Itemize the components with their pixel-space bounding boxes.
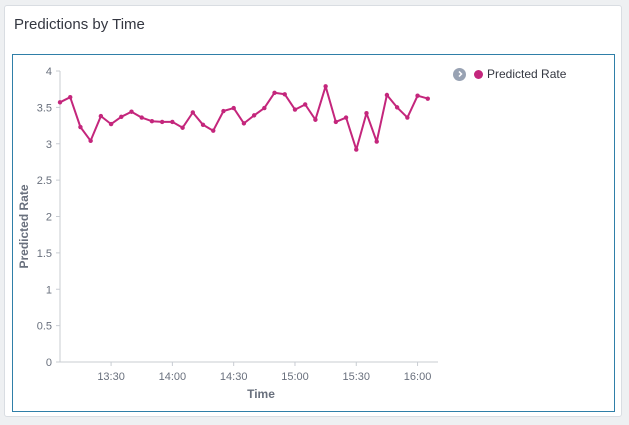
data-point xyxy=(364,110,369,116)
data-point xyxy=(170,119,175,125)
visualization-panel: Predictions by Time 0 0.5 1 1.5 2 2.5 3 3.5 4 13:… xyxy=(4,5,622,417)
legend-item-label[interactable]: Predicted Rate xyxy=(487,67,566,81)
data-point xyxy=(57,100,63,105)
data-point xyxy=(98,113,104,119)
y-tick-label: 3.5 xyxy=(37,102,52,114)
x-tick-label: 13:30 xyxy=(97,371,125,383)
data-point xyxy=(78,124,83,130)
data-point xyxy=(272,90,277,96)
chart-container: 0 0.5 1 1.5 2 2.5 3 3.5 4 13:30 14:00 14:30 15:00 15:… xyxy=(12,54,615,412)
x-tick-label: 14:00 xyxy=(159,371,187,383)
series-line xyxy=(59,85,429,151)
data-point xyxy=(241,121,247,126)
data-point xyxy=(262,105,267,111)
chevron-right-icon[interactable] xyxy=(453,67,466,81)
data-point xyxy=(394,105,400,110)
data-point xyxy=(302,102,308,107)
x-tick-label: 14:30 xyxy=(220,371,248,383)
data-point xyxy=(415,93,420,98)
y-tick-label: 0.5 xyxy=(37,321,52,333)
data-point xyxy=(354,147,359,152)
data-point xyxy=(221,108,226,114)
y-tick-label: 1 xyxy=(46,284,52,296)
x-tick-label: 16:00 xyxy=(404,371,432,383)
data-point xyxy=(405,115,410,120)
data-point xyxy=(119,114,124,120)
data-point xyxy=(292,107,298,112)
data-point xyxy=(149,118,155,124)
data-point xyxy=(88,138,93,144)
data-point xyxy=(200,122,206,128)
y-tick-label: 1.5 xyxy=(37,248,52,260)
legend-color-swatch xyxy=(474,69,483,79)
chart-legend: Predicted Rate xyxy=(453,67,566,81)
y-tick-label: 3 xyxy=(46,139,52,151)
data-point xyxy=(323,84,328,89)
data-point xyxy=(282,92,287,97)
x-tick-label: 15:30 xyxy=(343,371,371,383)
data-point xyxy=(231,105,236,111)
data-point xyxy=(139,115,144,120)
y-tick-label: 2 xyxy=(46,212,52,224)
data-point xyxy=(313,117,318,122)
y-axis-title: Predicted Rate xyxy=(17,184,31,268)
line-chart: 0 0.5 1 1.5 2 2.5 3 3.5 4 13:30 14:00 14:30 15:00 15:… xyxy=(17,66,438,401)
data-point xyxy=(333,119,339,125)
data-point xyxy=(343,115,349,120)
panel-title: Predictions by Time xyxy=(14,16,145,33)
x-tick-label: 15:00 xyxy=(281,371,309,383)
x-axis-title: Time xyxy=(247,387,275,401)
data-point xyxy=(190,110,196,115)
data-point xyxy=(211,128,216,133)
data-point xyxy=(180,125,185,130)
y-tick-label: 2.5 xyxy=(37,175,52,187)
data-point xyxy=(129,109,134,114)
data-point xyxy=(251,113,257,118)
y-tick-label: 4 xyxy=(46,66,52,78)
data-point xyxy=(68,94,73,100)
data-point xyxy=(384,92,390,98)
data-point xyxy=(425,96,430,101)
data-point xyxy=(159,119,165,125)
data-point xyxy=(108,121,114,127)
data-point xyxy=(374,139,379,144)
y-tick-label: 0 xyxy=(46,357,52,369)
